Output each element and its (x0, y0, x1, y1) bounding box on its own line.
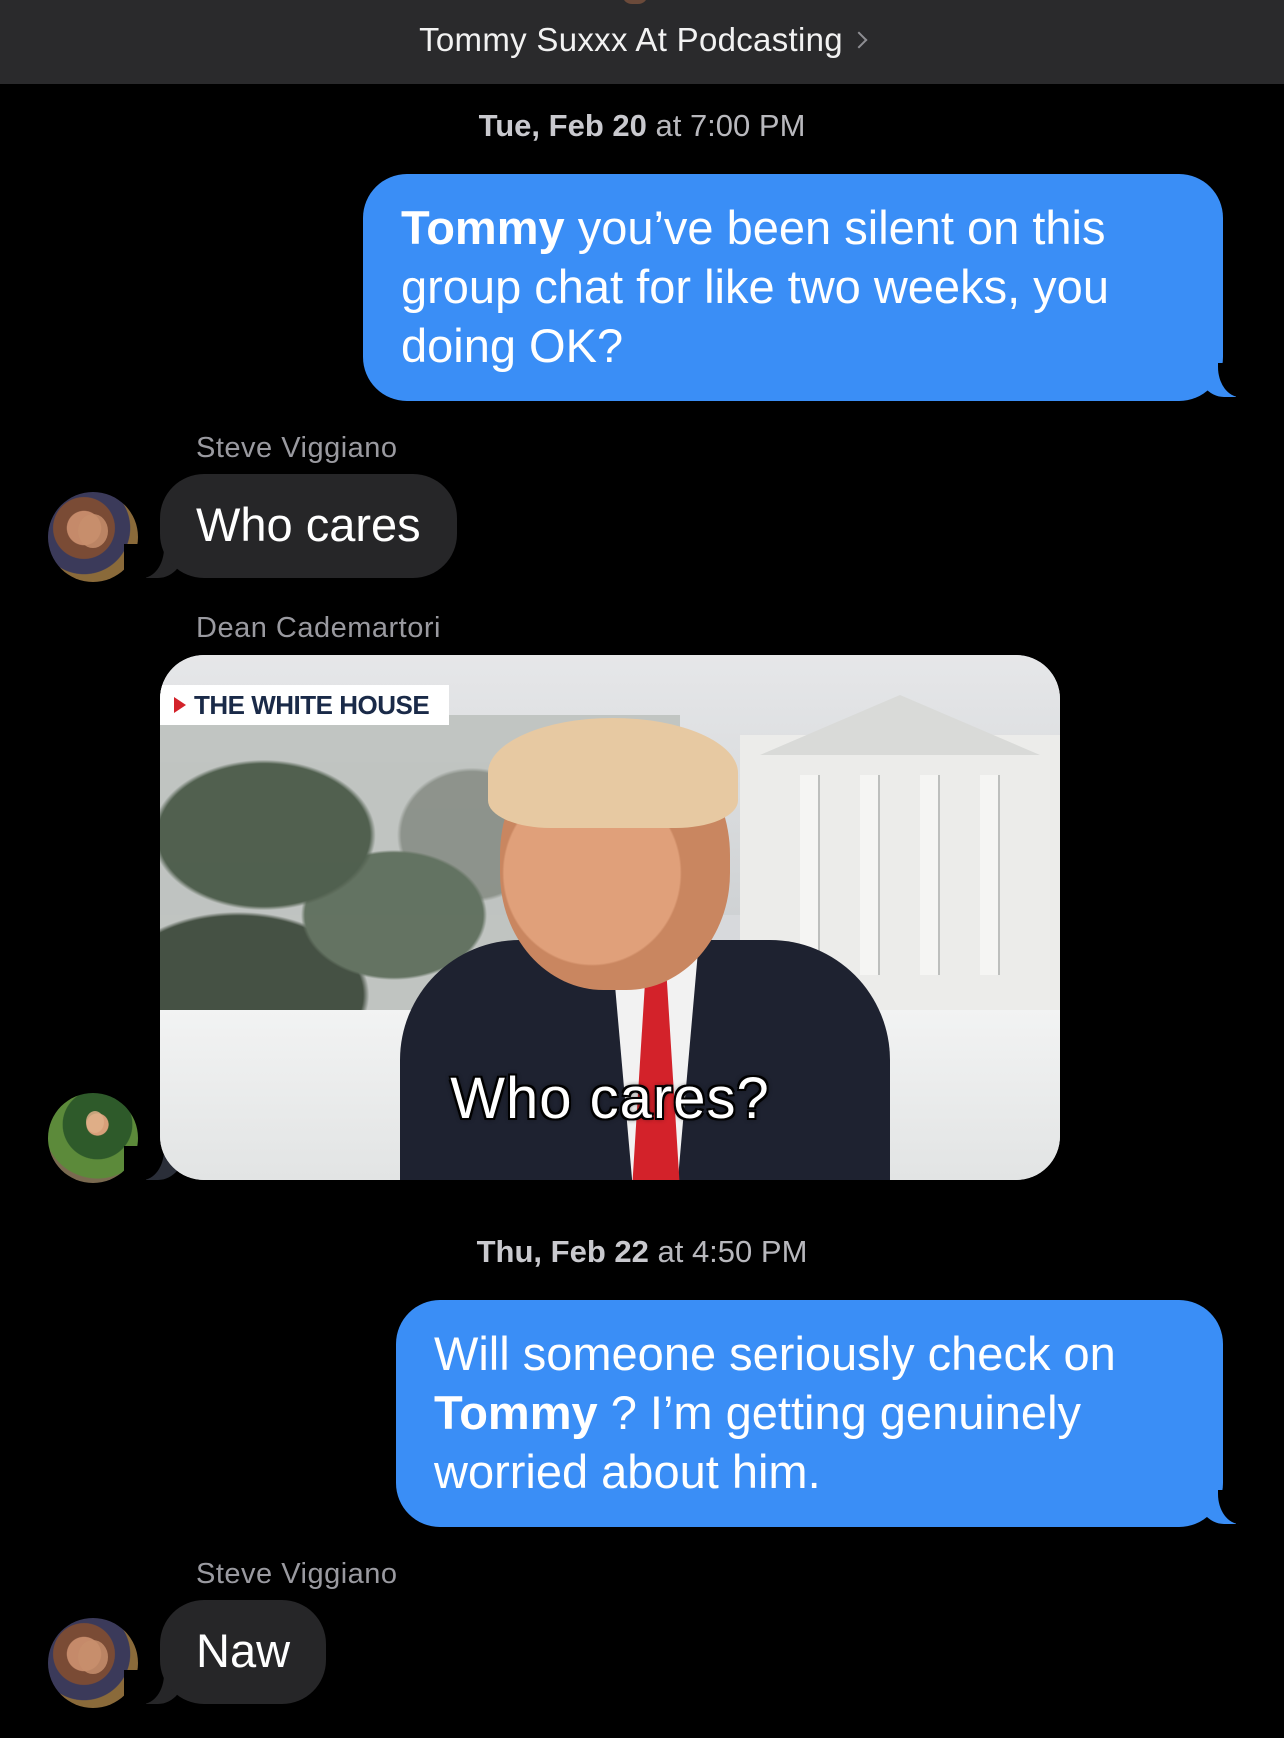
gif-tag-text: THE WHITE HOUSE (194, 690, 430, 720)
timestamp-time: at 7:00 PM (646, 108, 806, 143)
timestamp: Thu, Feb 22 at 4:50 PM (0, 1234, 1284, 1270)
timestamp-day: Tue, Feb 20 (478, 108, 647, 143)
message-text: Will someone seriously check on (434, 1327, 1116, 1380)
message-text: Who cares (196, 498, 421, 551)
incoming-message-bubble[interactable]: Naw (160, 1600, 327, 1704)
sender-name: Steve Viggiano (196, 432, 398, 464)
sender-name: Steve Viggiano (196, 1558, 398, 1590)
message-text: Naw (196, 1624, 291, 1677)
outgoing-message-bubble[interactable]: Tommy you’ve been silent on this group c… (363, 174, 1223, 401)
group-avatar[interactable] (622, 0, 648, 4)
outgoing-message-bubble[interactable]: Will someone seriously check on Tommy ? … (396, 1300, 1223, 1527)
gif-location-tag: THE WHITE HOUSE (160, 685, 450, 725)
incoming-message-bubble[interactable]: Who cares (160, 474, 457, 578)
timestamp: Tue, Feb 20 at 7:00 PM (0, 108, 1284, 144)
timestamp-time: at 4:50 PM (648, 1234, 808, 1269)
mention-tommy[interactable]: Tommy (401, 201, 565, 254)
sender-name: Dean Cademartori (196, 612, 441, 644)
chevron-right-icon[interactable] (850, 31, 868, 49)
gif-caption: Who cares? (450, 1066, 770, 1131)
conversation-header[interactable]: Tommy Suxxx At Podcasting (0, 0, 1284, 84)
chat-title[interactable]: Tommy Suxxx At Podcasting (419, 21, 843, 59)
play-icon (174, 697, 186, 713)
gif-message[interactable]: THE WHITE HOUSE Who cares? (160, 655, 1060, 1180)
timestamp-day: Thu, Feb 22 (476, 1234, 649, 1269)
mention-tommy[interactable]: Tommy (434, 1386, 598, 1439)
